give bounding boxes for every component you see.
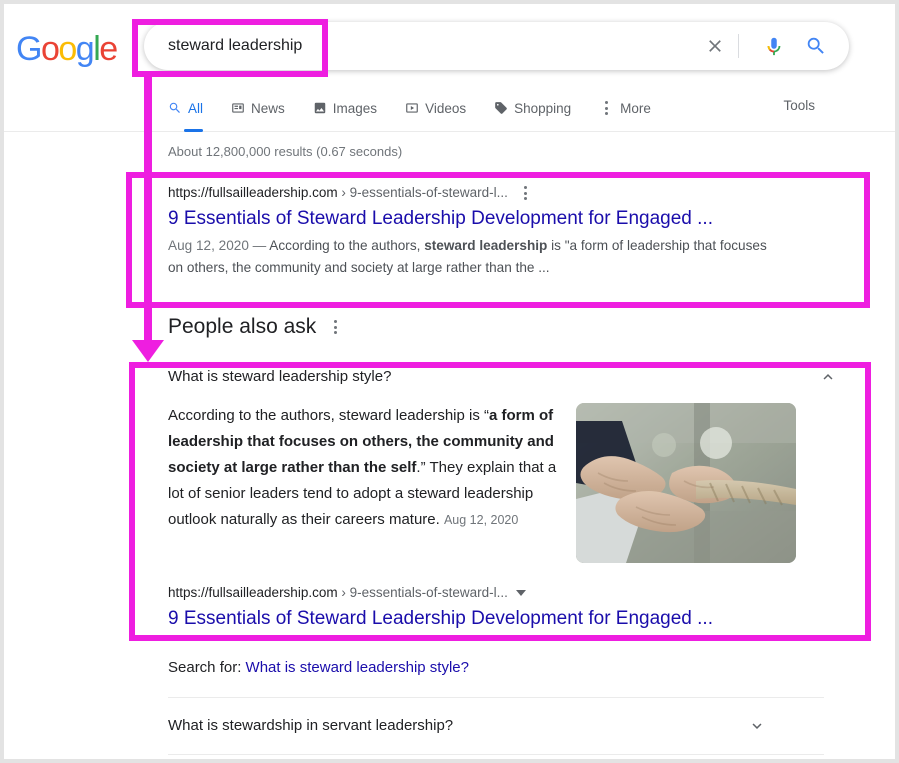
answer-pre: According to the authors, steward leader…: [168, 407, 489, 424]
paa-answer-body: According to the authors, steward leader…: [168, 403, 895, 563]
tab-active-underline: [184, 129, 204, 132]
microphone-icon[interactable]: [757, 29, 791, 63]
search-input[interactable]: [144, 24, 698, 68]
paa-source-domain: https://fullsailleadership.com: [168, 585, 338, 600]
result-stats: About 12,800,000 results (0.67 seconds): [168, 144, 403, 159]
paa-item-stewardship-important[interactable]: Why stewardship is important in leadersh…: [168, 754, 824, 759]
paa-answer-text: According to the authors, steward leader…: [168, 403, 560, 563]
caret-down-icon[interactable]: [515, 589, 526, 596]
search-for-link[interactable]: What is steward leadership style?: [246, 659, 469, 676]
tools-button[interactable]: Tools: [783, 98, 815, 113]
hands-pulling-rope-image[interactable]: [576, 403, 796, 563]
tab-more-label: More: [620, 100, 651, 116]
logo-letter-G: G: [16, 30, 42, 68]
tab-all[interactable]: All: [168, 88, 204, 132]
chevron-up-icon[interactable]: [819, 368, 837, 386]
answer-date: Aug 12, 2020: [443, 513, 519, 527]
tab-videos-label: Videos: [425, 100, 467, 116]
google-serp-page: Google steward leadership All News Image…: [0, 0, 899, 763]
tab-news-label: News: [251, 100, 285, 116]
search-nav-tabs: All News Images Videos Shopping More Too…: [4, 88, 895, 132]
search-icon[interactable]: [799, 29, 833, 63]
logo-letter-e: e: [99, 30, 118, 68]
tab-list: All News Images Videos Shopping More: [168, 88, 679, 132]
logo-letter-g: g: [75, 30, 95, 68]
snippet-keyword: steward leadership: [424, 238, 548, 253]
search-bar[interactable]: [144, 22, 849, 70]
tab-shopping-label: Shopping: [514, 100, 572, 116]
people-also-ask-header: People also ask: [168, 313, 895, 341]
tab-images[interactable]: Images: [313, 88, 377, 128]
snippet-date: Aug 12, 2020 —: [168, 238, 270, 253]
chevron-down-icon[interactable]: [748, 717, 766, 735]
logo-letter-o2: o: [58, 30, 77, 68]
result-url-row: https://fullsailleadership.com › 9-essen…: [168, 183, 895, 203]
paa-source-url: https://fullsailleadership.com › 9-essen…: [168, 585, 508, 600]
results-column: About 12,800,000 results (0.67 seconds) …: [4, 132, 895, 759]
search-for-label: Search for:: [168, 659, 246, 676]
paa-source-path: › 9-essentials-of-steward-l...: [341, 585, 508, 600]
result-title[interactable]: 9 Essentials of Steward Leadership Devel…: [168, 206, 895, 232]
logo-letter-o1: o: [40, 30, 60, 68]
search-header: Google: [4, 4, 895, 88]
tab-shopping[interactable]: Shopping: [494, 88, 571, 128]
paa-question-row[interactable]: What is steward leadership style?: [168, 365, 895, 389]
search-for-row: Search for: What is steward leadership s…: [168, 637, 824, 697]
paa-source-title[interactable]: 9 Essentials of Steward Leadership Devel…: [168, 605, 895, 633]
paa-item-stewardship-servant[interactable]: What is stewardship in servant leadershi…: [168, 697, 824, 754]
tab-news[interactable]: News: [231, 88, 285, 128]
paa-expanded-item: What is steward leadership style? Accord…: [168, 351, 895, 637]
result-domain: https://fullsailleadership.com: [168, 185, 338, 200]
tab-videos[interactable]: Videos: [405, 88, 466, 128]
result-snippet: Aug 12, 2020 — According to the authors,…: [168, 235, 768, 279]
tab-more[interactable]: More: [599, 88, 651, 128]
paa-kebab-icon[interactable]: [328, 317, 343, 337]
result-path: › 9-essentials-of-steward-l...: [341, 185, 508, 200]
kebab-icon: [599, 98, 614, 118]
google-logo[interactable]: Google: [16, 30, 118, 68]
result-kebab-icon[interactable]: [518, 183, 533, 203]
paa-question: What is steward leadership style?: [168, 368, 392, 385]
paa-item-question: What is stewardship in servant leadershi…: [168, 717, 454, 734]
result-url[interactable]: https://fullsailleadership.com › 9-essen…: [168, 184, 508, 202]
organic-result: https://fullsailleadership.com › 9-essen…: [168, 183, 895, 279]
paa-heading: People also ask: [168, 315, 317, 338]
icon-divider: [738, 34, 739, 58]
tab-all-label: All: [188, 100, 204, 116]
paa-question-list: Search for: What is steward leadership s…: [168, 637, 824, 759]
snippet-pre: According to the authors,: [269, 238, 425, 253]
tab-images-label: Images: [332, 100, 378, 116]
close-icon[interactable]: [698, 29, 732, 63]
paa-source-url-row[interactable]: https://fullsailleadership.com › 9-essen…: [168, 585, 895, 600]
search-bar-icons: [698, 29, 849, 63]
